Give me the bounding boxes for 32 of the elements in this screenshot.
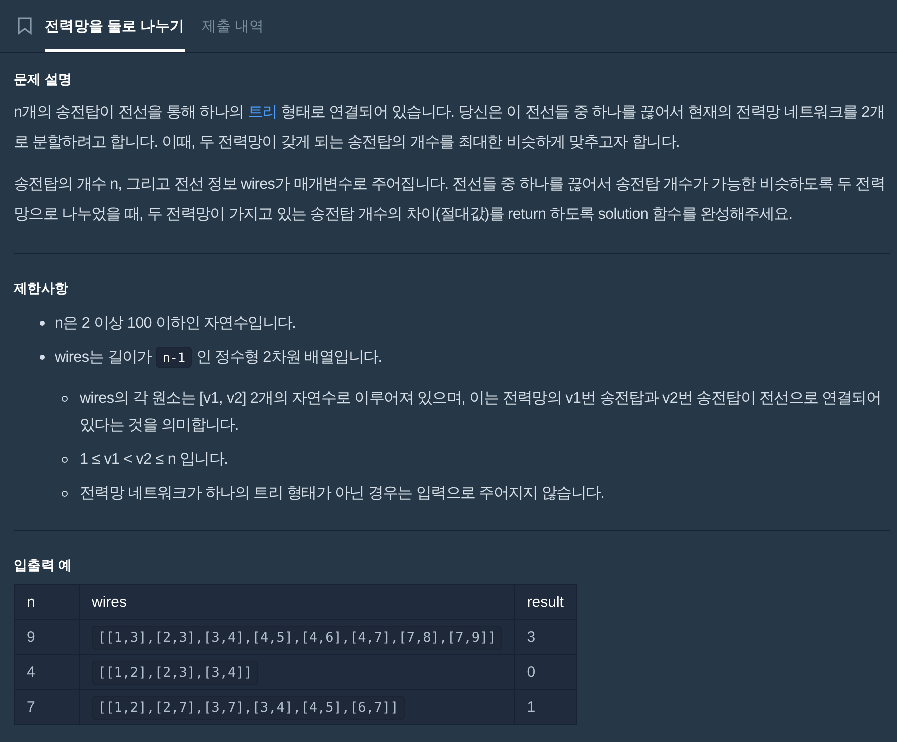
inline-code: n-1 xyxy=(156,347,192,368)
tab[interactable]: 제출 내역 xyxy=(202,0,264,52)
bookmark-icon[interactable] xyxy=(16,17,34,35)
table-cell: 9 xyxy=(14,620,80,654)
section-heading: 문제 설명 xyxy=(14,71,74,89)
bullet-icon xyxy=(40,321,45,326)
ring-bullet-icon xyxy=(62,396,68,402)
table-cell: 0 xyxy=(514,654,576,690)
code-cell: [[1,3],[2,3],[3,4],[4,5],[4,6],[4,7],[7,8],[7,9]] xyxy=(92,626,502,650)
table-cell: 1 xyxy=(514,690,576,724)
table-cell: 3 xyxy=(514,620,576,654)
code-cell: [[1,2],[2,3],[3,4]] xyxy=(92,660,258,684)
paragraph: 송전탑의 개수 n, 그리고 전선 정보 wires가 매개변수로 주어집니다. 전선들 중 하나를 끊어서 송전탑 개수가 가능한 비슷하도록 두 전력망으로 나누었을 때, 두 전력망이 가지고 있는 송전탑 개수의 차이(절대값)를 return 하도록 solution 함수를 완성해주세요. xyxy=(14,175,886,225)
section-heading: 제한사항 xyxy=(14,280,70,298)
list-item-text: 전력망 네트워크가 하나의 트리 형태가 아닌 경우는 입력으로 주어지지 않습니다. xyxy=(80,484,605,504)
ring-bullet-icon xyxy=(62,491,68,497)
table-cell: 4 xyxy=(14,654,80,690)
list-item-text: n은 2 이상 100 이하인 자연수입니다. xyxy=(55,314,296,334)
list-item-text: 1 ≤ v1 < v2 ≤ n 입니다. xyxy=(80,450,228,470)
paragraph: n개의 송전탑이 전선을 통해 하나의 트리 형태로 연결되어 있습니다. 당신은 이 전선들 중 하나를 끊어서 현재의 전력망 네트워크를 2개로 분할하려고 합니다. 이때, 두 전력망이 갖게 되는 송전탑의 개수를 최대한 비슷하게 맞추고자 합니다. xyxy=(14,103,886,153)
column-header: n xyxy=(14,584,80,620)
ring-bullet-icon xyxy=(62,457,68,463)
column-header: wires xyxy=(80,584,515,620)
column-header: result xyxy=(514,584,576,620)
link[interactable]: 트리 xyxy=(248,104,278,121)
section-heading: 입출력 예 xyxy=(14,557,74,575)
tab[interactable]: 전력망을 둘로 나누기 xyxy=(45,0,185,52)
code-cell: [[1,2],[2,7],[3,7],[3,4],[4,5],[6,7]] xyxy=(92,696,405,720)
table-cell: 7 xyxy=(14,690,80,724)
bullet-icon xyxy=(40,355,45,360)
list-item-text: wires는 길이가 n-1 인 정수형 2차원 배열입니다. xyxy=(55,346,382,370)
list-item-text: wires의 각 원소는 [v1, v2] 2개의 자연수로 이루어져 있으며, 이는 전력망의 v1번 송전탑과 v2번 송전탑이 전선으로 연결되어 있다는 것을 의미합니다. xyxy=(80,389,882,436)
